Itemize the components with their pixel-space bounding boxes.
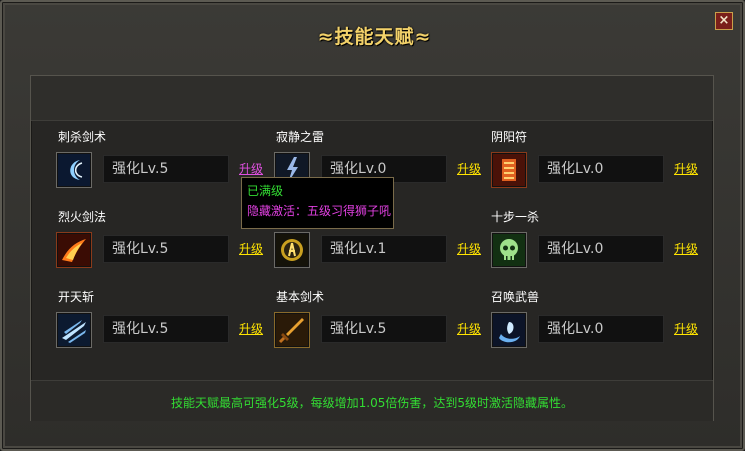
upgrade-button[interactable]: 升级 xyxy=(239,160,263,177)
skill-name: 十步一杀 xyxy=(491,210,540,224)
upgrade-button[interactable]: 升级 xyxy=(674,240,698,257)
upgrade-button[interactable]: 升级 xyxy=(457,240,481,257)
tooltip-maxed-text: 已满级 xyxy=(247,184,284,198)
close-button[interactable]: × xyxy=(715,12,733,30)
skill-name: 基本剑术 xyxy=(276,290,325,304)
skill-level-display: 强化Lv.5 xyxy=(321,315,447,343)
upgrade-button[interactable]: 升级 xyxy=(457,320,481,337)
wind-blade-icon[interactable] xyxy=(56,312,92,348)
skill-name: 刺杀剑术 xyxy=(58,130,107,144)
window-title: ≈技能天赋≈ xyxy=(317,26,432,48)
skill-name: 寂静之雷 xyxy=(276,130,325,144)
skill-level-display: 强化Lv.5 xyxy=(103,235,229,263)
sword-icon[interactable] xyxy=(274,312,310,348)
crescent-slash-icon[interactable] xyxy=(56,152,92,188)
tooltip-hidden-bonus-text: 隐藏激活：五级习得狮子吼 xyxy=(247,204,392,218)
skill-name: 阴阳符 xyxy=(491,130,528,144)
talent-info-text: 技能天赋最高可强化5级，每级增加1.05倍伤害，达到5级时激活隐藏属性。 xyxy=(171,396,573,410)
golden-rune-icon[interactable] xyxy=(274,232,310,268)
skill-level-display: 强化Lv.0 xyxy=(538,155,664,183)
skill-level-display: 强化Lv.0 xyxy=(538,235,664,263)
skill-name: 开天斩 xyxy=(58,290,95,304)
upgrade-button[interactable]: 升级 xyxy=(457,160,481,177)
skill-level-display: 强化Lv.5 xyxy=(103,315,229,343)
skills-panel-header xyxy=(31,76,713,121)
skill-tooltip: 已满级 隐藏激活：五级习得狮子吼 xyxy=(241,177,394,229)
upgrade-button[interactable]: 升级 xyxy=(239,240,263,257)
skill-name: 召唤武兽 xyxy=(491,290,540,304)
summon-vortex-icon[interactable] xyxy=(491,312,527,348)
skill-level-display: 强化Lv.5 xyxy=(103,155,229,183)
skill-name: 烈火剑法 xyxy=(58,210,107,224)
fire-slash-icon[interactable] xyxy=(56,232,92,268)
skill-level-display: 强化Lv.0 xyxy=(538,315,664,343)
skill-level-display: 强化Lv.1 xyxy=(321,235,447,263)
upgrade-button[interactable]: 升级 xyxy=(674,160,698,177)
upgrade-button[interactable]: 升级 xyxy=(239,320,263,337)
upgrade-button[interactable]: 升级 xyxy=(674,320,698,337)
skull-icon[interactable] xyxy=(491,232,527,268)
talisman-icon[interactable] xyxy=(491,152,527,188)
